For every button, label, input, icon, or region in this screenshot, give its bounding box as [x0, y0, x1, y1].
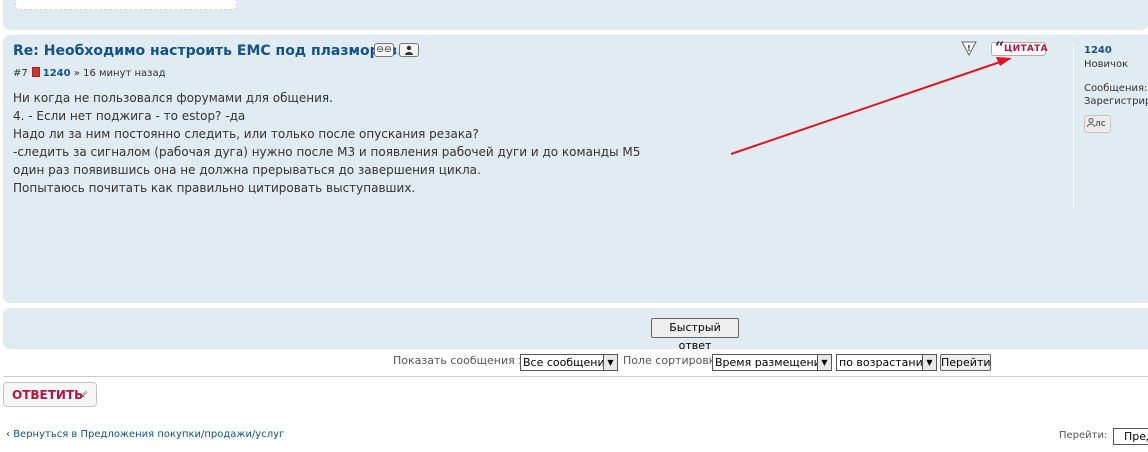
pm-button[interactable]: лс	[1084, 115, 1111, 133]
back-link-label: Вернуться в Предложения покупки/продажи/…	[13, 429, 285, 440]
sort-field-label: Поле сортировки	[623, 354, 723, 367]
profile-messages: Сообщения: 4	[1084, 83, 1148, 94]
previous-post-attachment-box	[15, 0, 237, 10]
post-panel: Re: Необходимо настроить EMC под плазмор…	[3, 35, 1148, 303]
show-posts-select[interactable]: Все сообщения ▼	[520, 354, 618, 371]
sort-field-select[interactable]: Время размещения ▼	[712, 354, 832, 371]
jump-value: Пред	[1124, 430, 1148, 443]
jump-select[interactable]: Пред	[1113, 428, 1148, 445]
post-line: 4. - Если нет поджига - то estop? -да	[13, 109, 246, 123]
divider	[3, 376, 1148, 377]
link-icon[interactable]: ⊖⊖	[374, 43, 394, 57]
back-link[interactable]: ‹ Вернуться в Предложения покупки/продаж…	[6, 429, 284, 440]
post-number[interactable]: #7	[13, 68, 28, 79]
post-title[interactable]: Re: Необходимо настроить EMC под плазмор…	[13, 43, 403, 59]
quote-label: ЦИТАТА	[1004, 44, 1048, 54]
reply-button[interactable]: ОТВЕТИТЬ ⇙	[3, 382, 97, 407]
post-line: Попытаюсь почитать как правильно цитиров…	[13, 181, 416, 195]
previous-post-panel	[3, 0, 1148, 30]
show-posts-label: Показать сообщения за:	[393, 354, 535, 367]
sort-order-select[interactable]: по возрастанию ▼	[836, 354, 937, 371]
reply-label: ОТВЕТИТЬ	[12, 388, 84, 402]
go-button[interactable]: Перейти	[940, 354, 991, 371]
pm-user-icon	[1087, 116, 1095, 132]
chevron-down-icon: ▼	[817, 355, 831, 370]
time-separator: »	[73, 68, 80, 79]
post-profile: 1240 Новичок Сообщения: 4 Зарегистрирова…	[1073, 43, 1148, 208]
post-line: Ни когда не пользовался форумами для общ…	[13, 91, 333, 105]
warning-icon: !	[967, 44, 971, 53]
post-meta: #7 1240 » 16 минут назад	[13, 67, 166, 79]
quick-reply-bar: Быстрый ответ	[3, 308, 1148, 352]
user-icon[interactable]	[399, 43, 419, 57]
post-content: Ни когда не пользовался форумами для общ…	[13, 89, 713, 197]
quote-icon: “	[995, 38, 1005, 57]
sort-order-value: по возрастанию	[839, 356, 933, 369]
report-button[interactable]: !	[961, 41, 977, 57]
chevron-down-icon: ▼	[922, 355, 936, 370]
reply-arrow-icon: ⇙	[80, 389, 89, 400]
sort-field-value: Время размещения	[715, 356, 828, 369]
post-time: 16 минут назад	[83, 68, 166, 79]
profile-username[interactable]: 1240	[1084, 45, 1112, 56]
jump-label: Перейти:	[1059, 430, 1108, 441]
post-line: Надо ли за ним постоянно следить, или то…	[13, 127, 479, 141]
profile-registered: Зарегистрирован	[1084, 96, 1148, 107]
quote-button[interactable]: “ ЦИТАТА	[991, 38, 1048, 57]
profile-rank: Новичок	[1084, 59, 1129, 70]
pm-label: лс	[1095, 119, 1106, 129]
show-posts-value: Все сообщения	[523, 356, 612, 369]
quick-reply-button[interactable]: Быстрый ответ	[651, 318, 739, 352]
post-document-icon	[31, 67, 40, 77]
chevron-down-icon: ▼	[603, 355, 617, 370]
post-author[interactable]: 1240	[43, 68, 71, 79]
chevron-left-icon: ‹	[6, 429, 10, 440]
post-line: -следить за сигналом (рабочая дуга) нужн…	[13, 145, 641, 159]
post-line: один раз появившись она не должна прерыв…	[13, 163, 481, 177]
